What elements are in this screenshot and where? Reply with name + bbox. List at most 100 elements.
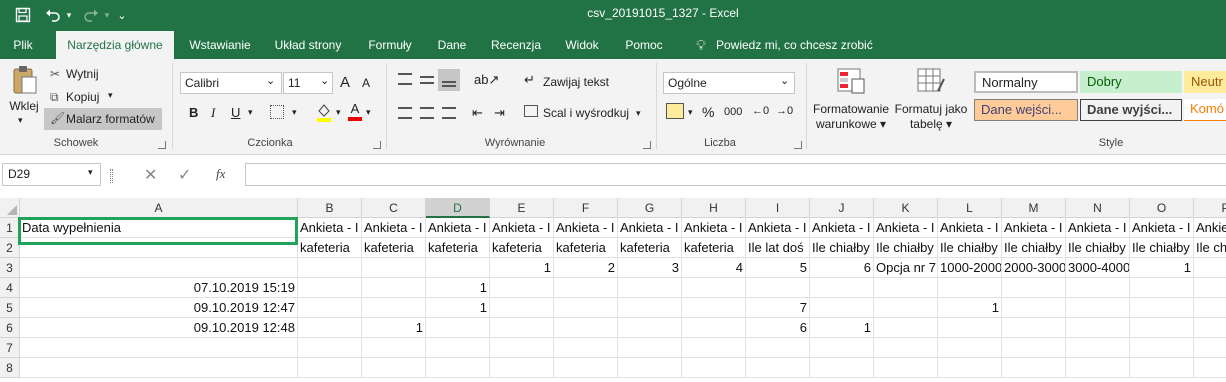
cell-g8[interactable] xyxy=(618,358,682,378)
cell-b7[interactable] xyxy=(298,338,362,358)
cell-f4[interactable] xyxy=(554,278,618,298)
cell-n3[interactable]: 3000-4000 xyxy=(1066,258,1130,278)
column-header-d[interactable]: D xyxy=(426,198,490,218)
cell-k1[interactable]: Ankieta - I xyxy=(874,218,938,238)
number-format-dropdown[interactable]: Ogólne xyxy=(663,72,795,94)
cell-h6[interactable] xyxy=(682,318,746,338)
cell-o4[interactable] xyxy=(1130,278,1194,298)
cell-p6[interactable] xyxy=(1194,318,1226,338)
cell-j4[interactable] xyxy=(810,278,874,298)
cell-o3[interactable]: 1 xyxy=(1130,258,1194,278)
cell-k5[interactable] xyxy=(874,298,938,318)
cell-n6[interactable] xyxy=(1066,318,1130,338)
cell-b5[interactable] xyxy=(298,298,362,318)
cell-m8[interactable] xyxy=(1002,358,1066,378)
cell-f2[interactable]: kafeteria xyxy=(554,238,618,258)
decrease-decimal-icon[interactable]: →0 xyxy=(776,105,793,117)
cell-c7[interactable] xyxy=(362,338,426,358)
cell-e6[interactable] xyxy=(490,318,554,338)
cell-n5[interactable] xyxy=(1066,298,1130,318)
cell-g3[interactable]: 3 xyxy=(618,258,682,278)
align-top-icon[interactable] xyxy=(398,73,412,85)
column-header-k[interactable]: K xyxy=(874,198,938,218)
fill-color-icon[interactable] xyxy=(316,102,332,122)
column-header-c[interactable]: C xyxy=(362,198,426,218)
tab-narzedzia-glowne[interactable]: Narzędzia główne xyxy=(56,31,174,59)
cell-c8[interactable] xyxy=(362,358,426,378)
cell-h5[interactable] xyxy=(682,298,746,318)
cell-n7[interactable] xyxy=(1066,338,1130,358)
borders-icon[interactable] xyxy=(270,105,284,119)
cell-a2[interactable] xyxy=(20,238,298,258)
style-input[interactable]: Dane wejści... xyxy=(974,99,1078,121)
cell-p2[interactable]: Ile chi xyxy=(1194,238,1226,258)
cell-n1[interactable]: Ankieta - I xyxy=(1066,218,1130,238)
cell-i7[interactable] xyxy=(746,338,810,358)
cell-n8[interactable] xyxy=(1066,358,1130,378)
cell-p1[interactable]: Ankieta - I xyxy=(1194,218,1226,238)
drag-handle-icon[interactable] xyxy=(110,169,113,183)
cell-l3[interactable]: 1000-2000 xyxy=(938,258,1002,278)
cell-k3[interactable]: Opcja nr 7 xyxy=(874,258,938,278)
underline-button[interactable]: U xyxy=(231,105,240,120)
cell-b2[interactable]: kafeteria xyxy=(298,238,362,258)
cell-i3[interactable]: 5 xyxy=(746,258,810,278)
cell-d8[interactable] xyxy=(426,358,490,378)
cell-d2[interactable]: kafeteria xyxy=(426,238,490,258)
cell-e2[interactable]: kafeteria xyxy=(490,238,554,258)
cell-h2[interactable]: kafeteria xyxy=(682,238,746,258)
cell-j1[interactable]: Ankieta - I xyxy=(810,218,874,238)
cell-b3[interactable] xyxy=(298,258,362,278)
cell-g7[interactable] xyxy=(618,338,682,358)
cell-f7[interactable] xyxy=(554,338,618,358)
enter-icon[interactable]: ✓ xyxy=(178,165,191,185)
grow-font-icon[interactable]: A xyxy=(340,74,350,91)
select-all-button[interactable] xyxy=(0,198,20,218)
merge-center-button[interactable]: Scal i wyśrodkuj xyxy=(543,106,629,120)
cell-f6[interactable] xyxy=(554,318,618,338)
row-header-3[interactable]: 3 xyxy=(0,258,20,278)
cell-j3[interactable]: 6 xyxy=(810,258,874,278)
align-middle-icon[interactable] xyxy=(420,76,434,84)
cell-d5[interactable]: 1 xyxy=(426,298,490,318)
cell-k6[interactable] xyxy=(874,318,938,338)
cell-h4[interactable] xyxy=(682,278,746,298)
cell-m6[interactable] xyxy=(1002,318,1066,338)
font-color-dropdown-icon[interactable]: ▾ xyxy=(366,107,371,118)
cell-n4[interactable] xyxy=(1066,278,1130,298)
cell-l5[interactable]: 1 xyxy=(938,298,1002,318)
row-header-2[interactable]: 2 xyxy=(0,238,20,258)
italic-button[interactable]: I xyxy=(211,105,215,121)
cell-k4[interactable] xyxy=(874,278,938,298)
cell-i1[interactable]: Ankieta - I xyxy=(746,218,810,238)
currency-icon[interactable] xyxy=(666,103,684,119)
font-color-icon[interactable]: A xyxy=(348,102,362,122)
cell-o7[interactable] xyxy=(1130,338,1194,358)
column-header-g[interactable]: G xyxy=(618,198,682,218)
cancel-icon[interactable]: ✕ xyxy=(144,165,157,185)
shrink-font-icon[interactable]: A xyxy=(362,76,370,90)
orientation-icon[interactable]: ab↗ xyxy=(474,72,499,88)
cell-c2[interactable]: kafeteria xyxy=(362,238,426,258)
cell-j8[interactable] xyxy=(810,358,874,378)
column-header-b[interactable]: B xyxy=(298,198,362,218)
cell-i5[interactable]: 7 xyxy=(746,298,810,318)
cell-d4[interactable]: 1 xyxy=(426,278,490,298)
column-header-n[interactable]: N xyxy=(1066,198,1130,218)
alignment-launcher-icon[interactable] xyxy=(643,141,651,149)
cell-g1[interactable]: Ankieta - I xyxy=(618,218,682,238)
cell-o1[interactable]: Ankieta - I xyxy=(1130,218,1194,238)
font-launcher-icon[interactable] xyxy=(373,141,381,149)
cell-i4[interactable] xyxy=(746,278,810,298)
column-header-l[interactable]: L xyxy=(938,198,1002,218)
cell-g6[interactable] xyxy=(618,318,682,338)
cell-b8[interactable] xyxy=(298,358,362,378)
cell-n2[interactable]: Ile chiałby xyxy=(1066,238,1130,258)
tell-me-search[interactable]: Powiedz mi, co chcesz zrobić xyxy=(716,31,876,59)
cut-button[interactable]: Wytnij xyxy=(66,67,99,81)
tab-uklad-strony[interactable]: Układ strony xyxy=(268,31,348,59)
paste-icon[interactable] xyxy=(8,65,40,95)
cell-b6[interactable] xyxy=(298,318,362,338)
cell-a1[interactable]: Data wypełnienia xyxy=(20,218,298,238)
cell-h3[interactable]: 4 xyxy=(682,258,746,278)
